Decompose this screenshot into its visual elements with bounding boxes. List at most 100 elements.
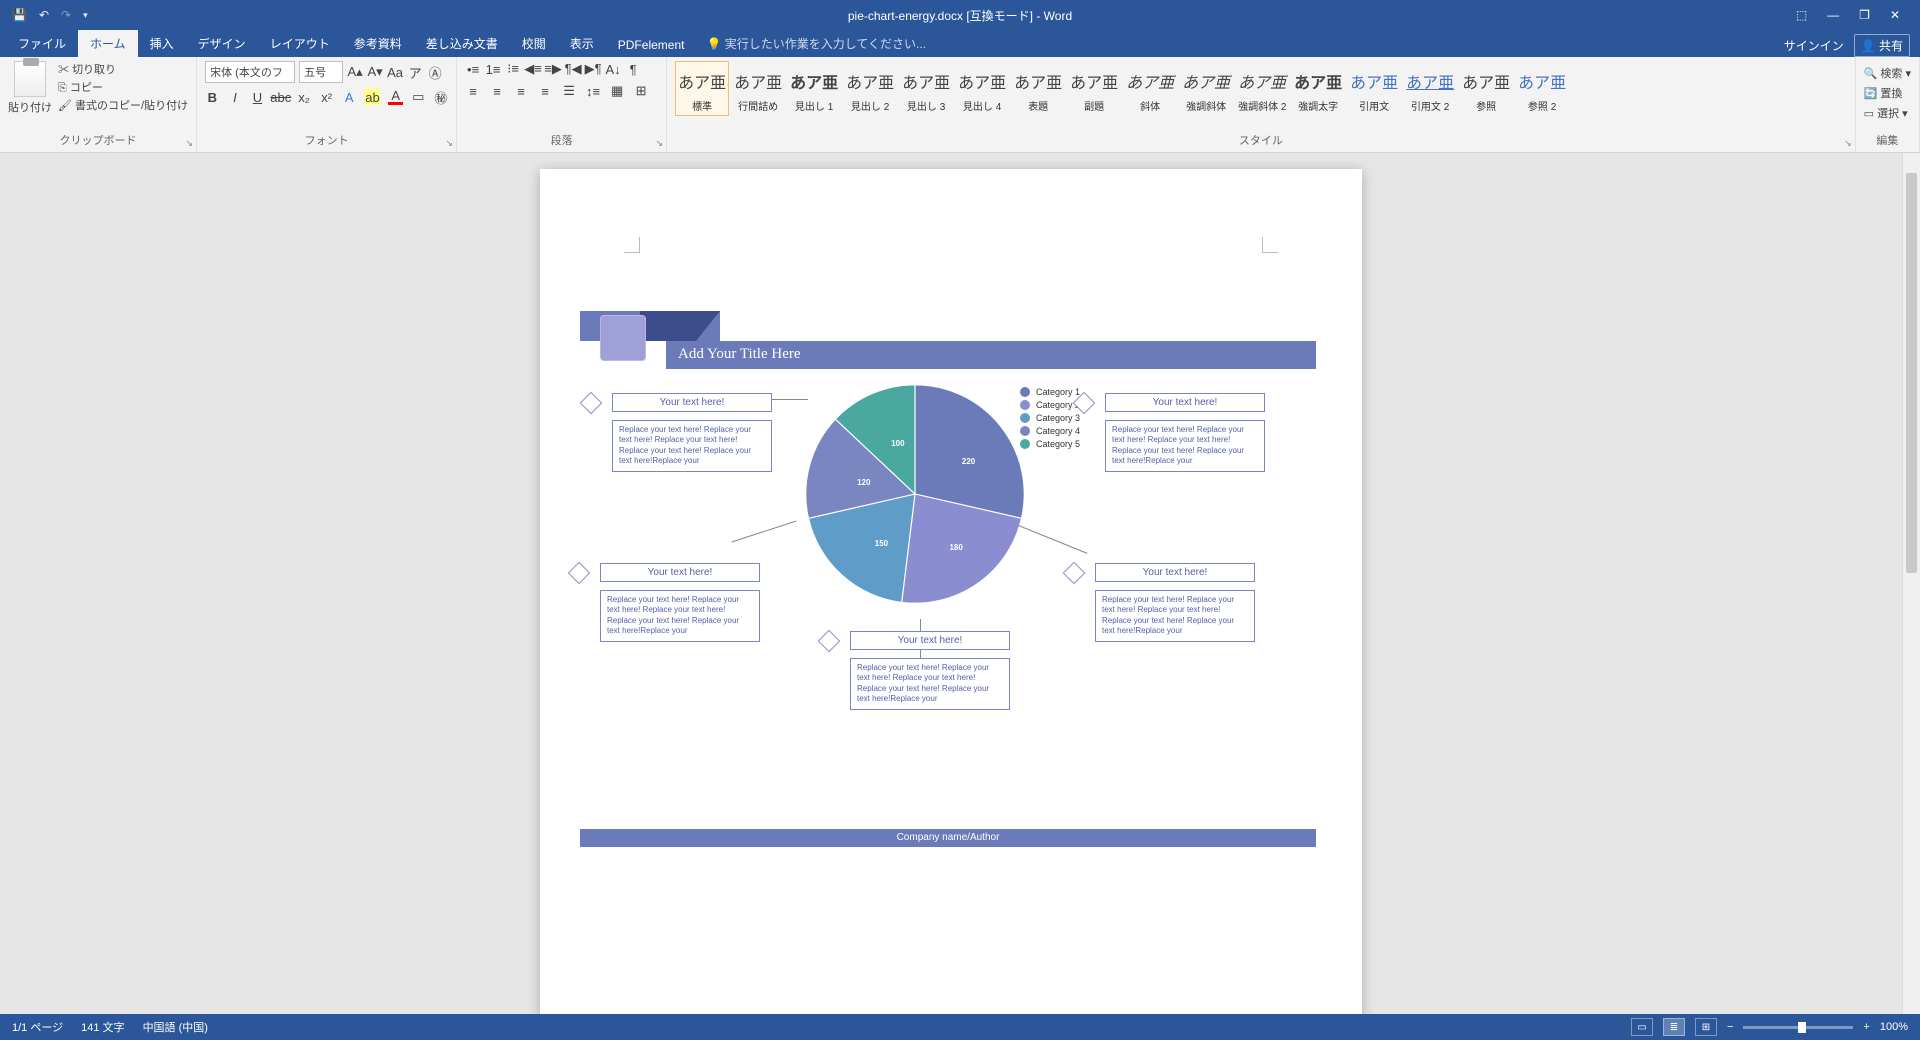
tab-view[interactable]: 表示 xyxy=(558,30,606,57)
italic-icon[interactable]: I xyxy=(228,89,243,105)
shrink-font-icon[interactable]: A▾ xyxy=(367,64,383,80)
web-layout-icon[interactable]: ⊞ xyxy=(1695,1018,1717,1036)
borders-icon[interactable]: ⊞ xyxy=(633,83,649,99)
close-icon[interactable]: ✕ xyxy=(1890,8,1900,22)
callout[interactable]: Your text here! Replace your text here! … xyxy=(1095,563,1255,642)
shading-icon[interactable]: ▦ xyxy=(609,83,625,99)
style-引用文[interactable]: あア亜引用文 xyxy=(1347,61,1401,116)
style-見出し 4[interactable]: あア亜見出し 4 xyxy=(955,61,1009,116)
superscript-icon[interactable]: x² xyxy=(319,89,334,105)
style-参照[interactable]: あア亜参照 xyxy=(1459,61,1513,116)
numbering-icon[interactable]: 1≡ xyxy=(485,61,501,77)
justify-icon[interactable]: ≡ xyxy=(537,83,553,99)
save-icon[interactable]: 💾 xyxy=(12,8,27,22)
para-launcher-icon[interactable]: ↘ xyxy=(656,138,664,149)
align-left-icon[interactable]: ≡ xyxy=(465,83,481,99)
font-name-combo[interactable]: 宋体 (本文のフ xyxy=(205,61,295,83)
strike-icon[interactable]: abc xyxy=(273,89,289,105)
style-見出し 1[interactable]: あア亜見出し 1 xyxy=(787,61,841,116)
change-case-icon[interactable]: Aa xyxy=(387,64,403,80)
styles-launcher-icon[interactable]: ↘ xyxy=(1844,138,1852,149)
subscript-icon[interactable]: x₂ xyxy=(297,89,312,105)
undo-icon[interactable]: ↶ xyxy=(39,8,49,22)
style-参照 2[interactable]: あア亜参照 2 xyxy=(1515,61,1569,116)
text-effects-icon[interactable]: A xyxy=(342,89,357,105)
redo-icon[interactable]: ↷ xyxy=(61,8,71,22)
distribute-icon[interactable]: ☰ xyxy=(561,83,577,99)
font-color-icon[interactable]: A xyxy=(388,89,403,105)
style-副題[interactable]: あア亜副題 xyxy=(1067,61,1121,116)
ribbon-options-icon[interactable]: ⬚ xyxy=(1796,8,1807,22)
highlight-icon[interactable]: ab xyxy=(364,89,380,105)
find-button[interactable]: 🔍 検索 ▾ xyxy=(1864,65,1911,81)
rtl-icon[interactable]: ▶¶ xyxy=(585,61,601,77)
zoom-in-icon[interactable]: + xyxy=(1863,1021,1869,1033)
bold-icon[interactable]: B xyxy=(205,89,220,105)
font-size-combo[interactable]: 五号 xyxy=(299,61,343,83)
tab-pdfelement[interactable]: PDFelement xyxy=(606,33,697,57)
style-行間詰め[interactable]: あア亜行間詰め xyxy=(731,61,785,116)
minimize-icon[interactable]: — xyxy=(1827,8,1839,22)
footer-bar[interactable]: Company name/Author xyxy=(580,829,1316,847)
page-count[interactable]: 1/1 ページ xyxy=(12,1019,63,1035)
replace-button[interactable]: 🔄 置換 xyxy=(1864,85,1911,101)
grow-font-icon[interactable]: A▴ xyxy=(347,64,363,80)
share-button[interactable]: 👤 共有 xyxy=(1854,34,1910,57)
show-marks-icon[interactable]: ¶ xyxy=(625,61,641,77)
zoom-slider[interactable] xyxy=(1743,1026,1853,1029)
callout[interactable]: Your text here! Replace your text here! … xyxy=(1105,393,1265,472)
pie-chart[interactable] xyxy=(800,379,1030,609)
ltr-icon[interactable]: ¶◀ xyxy=(565,61,581,77)
style-見出し 3[interactable]: あア亜見出し 3 xyxy=(899,61,953,116)
zoom-out-icon[interactable]: − xyxy=(1727,1021,1733,1033)
align-center-icon[interactable]: ≡ xyxy=(489,83,505,99)
zoom-level[interactable]: 100% xyxy=(1880,1021,1908,1033)
style-標準[interactable]: あア亜標準 xyxy=(675,61,729,116)
paste-button[interactable]: 貼り付け xyxy=(8,61,52,115)
select-button[interactable]: ▭ 選択 ▾ xyxy=(1864,105,1911,121)
inc-indent-icon[interactable]: ≡▶ xyxy=(545,61,561,77)
style-強調斜体[interactable]: あア亜強調斜体 xyxy=(1179,61,1233,116)
qat-customize-icon[interactable]: ▾ xyxy=(83,10,88,21)
style-斜体[interactable]: あア亜斜体 xyxy=(1123,61,1177,116)
font-launcher-icon[interactable]: ↘ xyxy=(446,138,454,149)
callout[interactable]: Your text here! Replace your text here! … xyxy=(850,631,1010,710)
signin-link[interactable]: サインイン xyxy=(1784,37,1844,54)
maximize-icon[interactable]: ❐ xyxy=(1859,8,1870,22)
multilevel-icon[interactable]: ⁝≡ xyxy=(505,61,521,77)
dec-indent-icon[interactable]: ◀≡ xyxy=(525,61,541,77)
style-強調太字[interactable]: あア亜強調太字 xyxy=(1291,61,1345,116)
copy-button[interactable]: ⎘ コピー xyxy=(58,79,188,95)
line-spacing-icon[interactable]: ↕≡ xyxy=(585,83,601,99)
scroll-thumb[interactable] xyxy=(1906,173,1917,573)
style-表題[interactable]: あア亜表題 xyxy=(1011,61,1065,116)
style-見出し 2[interactable]: あア亜見出し 2 xyxy=(843,61,897,116)
style-引用文 2[interactable]: あア亜引用文 2 xyxy=(1403,61,1457,116)
align-right-icon[interactable]: ≡ xyxy=(513,83,529,99)
tab-references[interactable]: 参考資料 xyxy=(342,30,414,57)
tell-me-search[interactable]: 💡 実行したい作業を入力してください... xyxy=(696,30,936,57)
clipboard-launcher-icon[interactable]: ↘ xyxy=(186,138,194,149)
tab-review[interactable]: 校閲 xyxy=(510,30,558,57)
clear-format-icon[interactable]: Ⓐ xyxy=(427,64,443,80)
bullets-icon[interactable]: •≡ xyxy=(465,61,481,77)
document-area[interactable]: Add Your Title Here 220180150120100 Cate… xyxy=(0,153,1902,1014)
tab-file[interactable]: ファイル xyxy=(6,30,78,57)
page-title[interactable]: Add Your Title Here xyxy=(666,341,1316,369)
format-painter-button[interactable]: 🖌 書式のコピー/貼り付け xyxy=(58,97,188,113)
tab-mailings[interactable]: 差し込み文書 xyxy=(414,30,510,57)
tab-insert[interactable]: 挿入 xyxy=(138,30,186,57)
tab-layout[interactable]: レイアウト xyxy=(258,30,342,57)
tab-home[interactable]: ホーム xyxy=(78,30,138,57)
enclose-icon[interactable]: ㊙ xyxy=(434,89,449,105)
read-mode-icon[interactable]: ▭ xyxy=(1631,1018,1653,1036)
underline-icon[interactable]: U xyxy=(250,89,265,105)
callout[interactable]: Your text here! Replace your text here! … xyxy=(600,563,760,642)
style-強調斜体 2[interactable]: あア亜強調斜体 2 xyxy=(1235,61,1289,116)
page[interactable]: Add Your Title Here 220180150120100 Cate… xyxy=(540,169,1362,1014)
phonetic-icon[interactable]: ア xyxy=(407,64,423,80)
language-status[interactable]: 中国語 (中国) xyxy=(143,1019,208,1035)
sort-icon[interactable]: A↓ xyxy=(605,61,621,77)
word-count[interactable]: 141 文字 xyxy=(81,1019,124,1035)
char-border-icon[interactable]: ▭ xyxy=(411,89,426,105)
